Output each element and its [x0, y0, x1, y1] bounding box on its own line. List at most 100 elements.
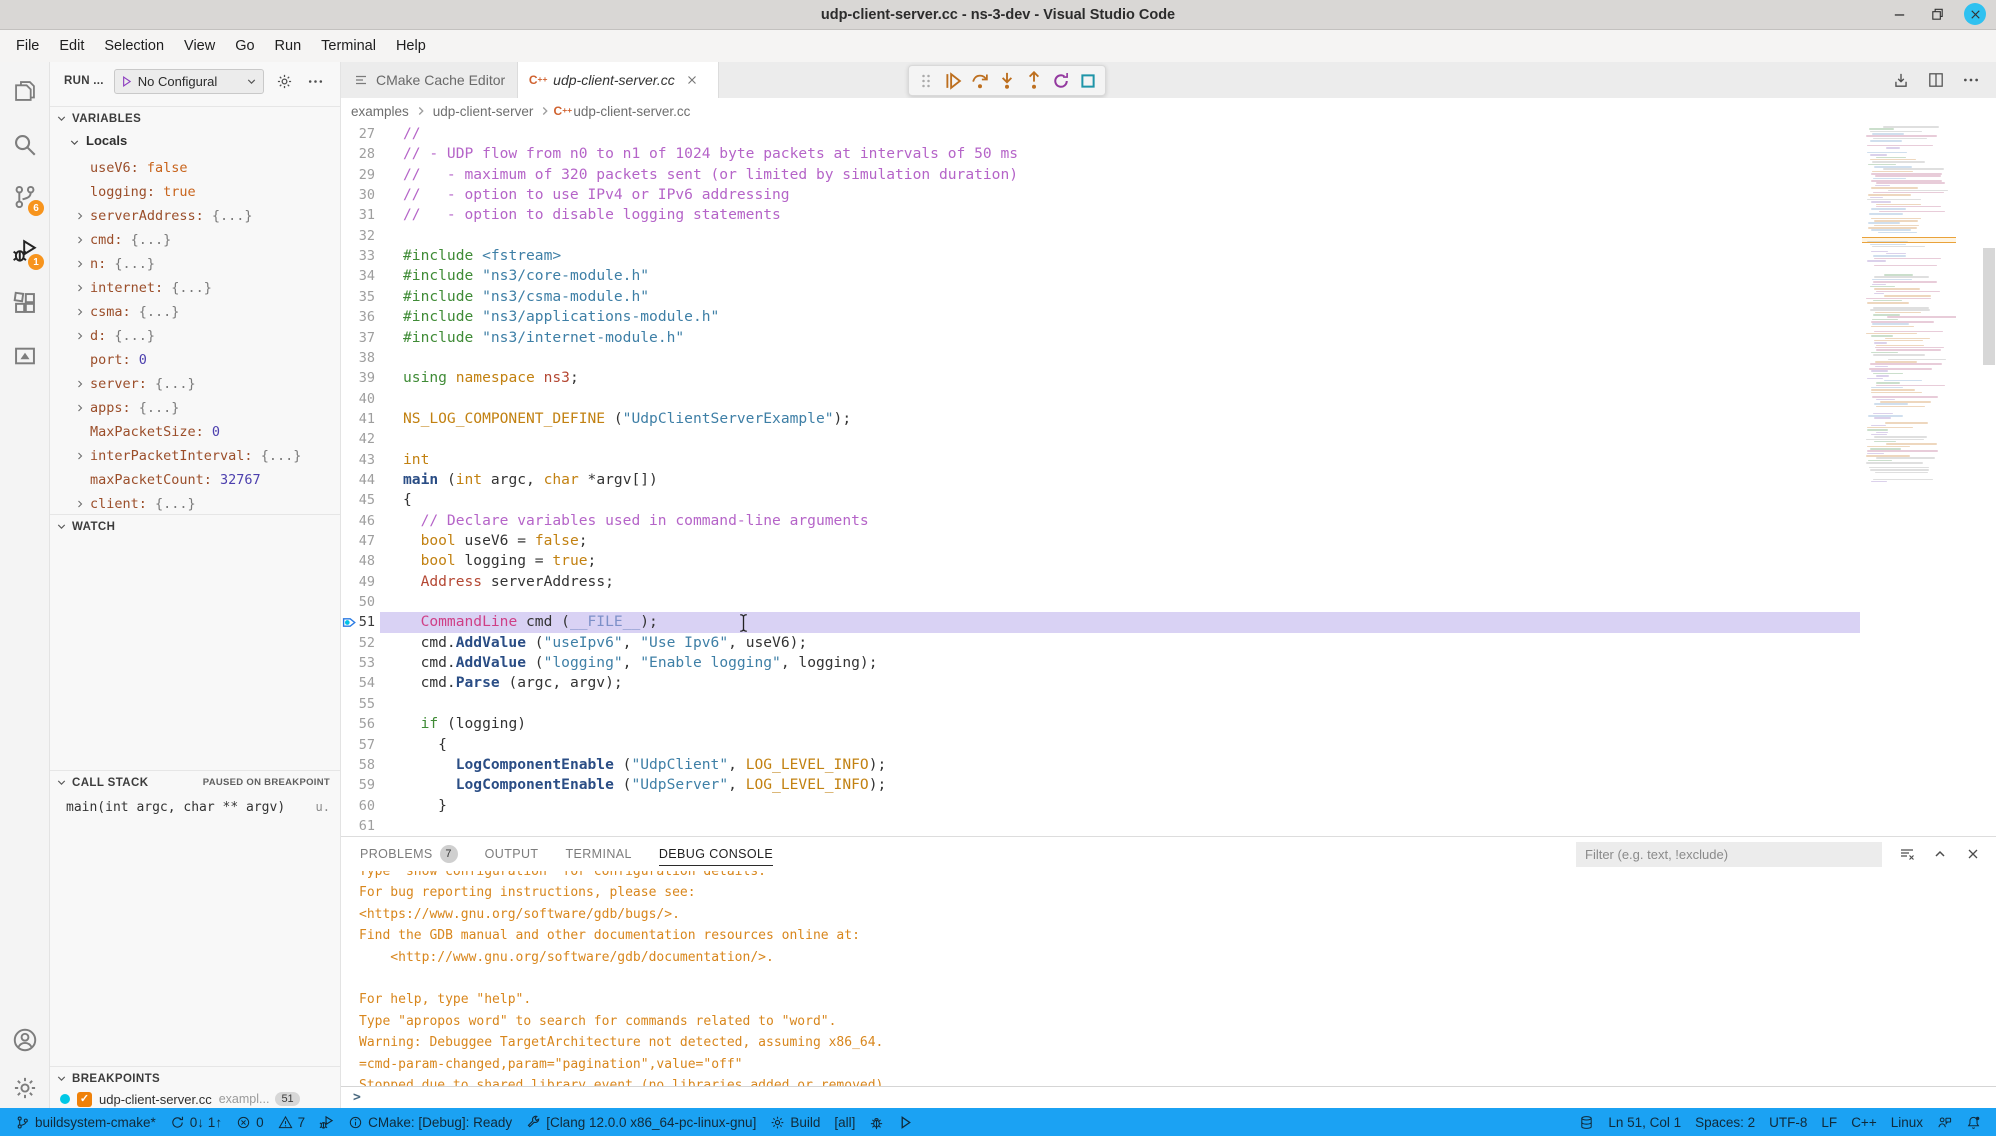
sidebar-item-extensions[interactable]	[0, 279, 50, 327]
variable-row[interactable]: apps: {...}	[50, 396, 340, 420]
code-line[interactable]: CommandLine cmd (__FILE__);	[403, 612, 1860, 632]
status-item-lf[interactable]: LF	[1814, 1108, 1844, 1136]
close-tab-icon[interactable]	[685, 73, 699, 87]
breadcrumb-item[interactable]: udp-client-server	[431, 104, 536, 119]
code-line[interactable]: if (logging)	[403, 714, 1860, 734]
line-number[interactable]: 58	[341, 755, 375, 775]
split-editor-icon[interactable]	[1927, 71, 1945, 89]
status-item-build[interactable]: Build	[763, 1108, 827, 1136]
close-panel-icon[interactable]	[1965, 846, 1981, 862]
code-line[interactable]	[403, 348, 1860, 368]
menu-terminal[interactable]: Terminal	[311, 30, 386, 62]
line-number[interactable]: 57	[341, 735, 375, 755]
line-number[interactable]: 42	[341, 429, 375, 449]
locals-scope-row[interactable]: Locals	[50, 130, 340, 154]
code-line[interactable]: NS_LOG_COMPONENT_DEFINE ("UdpClientServe…	[403, 409, 1860, 429]
code-line[interactable]: LogComponentEnable ("UdpServer", LOG_LEV…	[403, 775, 1860, 795]
menu-view[interactable]: View	[174, 30, 225, 62]
sidebar-item-search[interactable]	[0, 121, 50, 169]
debug-config-dropdown[interactable]: No Configural	[114, 69, 264, 94]
code-line[interactable]: main (int argc, char *argv[])	[403, 470, 1860, 490]
status-item-feedback[interactable]	[1930, 1108, 1959, 1136]
line-number[interactable]: 46	[341, 511, 375, 531]
tab-terminal[interactable]: TERMINAL	[565, 837, 631, 871]
restart-button[interactable]	[1049, 69, 1073, 93]
editor-scrollbar[interactable]	[1983, 248, 1995, 365]
code-line[interactable]: bool useV6 = false;	[403, 531, 1860, 551]
code-line[interactable]: // - option to use IPv4 or IPv6 addressi…	[403, 185, 1860, 205]
line-number[interactable]: 41	[341, 409, 375, 429]
close-button[interactable]	[1964, 3, 1986, 25]
line-number[interactable]: 33	[341, 246, 375, 266]
code-line[interactable]: cmd.AddValue ("logging", "Enable logging…	[403, 653, 1860, 673]
watch-section-header[interactable]: WATCH	[50, 514, 340, 538]
code-line[interactable]	[403, 226, 1860, 246]
line-number[interactable]: 59	[341, 775, 375, 795]
line-number[interactable]: 44	[341, 470, 375, 490]
line-number[interactable]: 43	[341, 450, 375, 470]
line-number[interactable]: 31	[341, 205, 375, 225]
code-line[interactable]: {	[403, 735, 1860, 755]
code-line[interactable]: #include "ns3/core-module.h"	[403, 266, 1860, 286]
variable-row[interactable]: cmd: {...}	[50, 228, 340, 252]
breadcrumb-item[interactable]: examples	[349, 104, 411, 119]
code-line[interactable]: Address serverAddress;	[403, 572, 1860, 592]
line-number[interactable]: 47	[341, 531, 375, 551]
status-item-database[interactable]	[1572, 1108, 1601, 1136]
variable-row[interactable]: csma: {...}	[50, 300, 340, 324]
call-stack-section-header[interactable]: CALL STACK PAUSED ON BREAKPOINT	[50, 770, 340, 794]
code-line[interactable]: // - maximum of 320 packets sent (or lim…	[403, 165, 1860, 185]
minimap[interactable]	[1862, 124, 1956, 836]
status-item-spaces-2[interactable]: Spaces: 2	[1688, 1108, 1762, 1136]
step-into-button[interactable]	[995, 69, 1019, 93]
line-number[interactable]: 40	[341, 389, 375, 409]
variable-row[interactable]: port: 0	[50, 348, 340, 372]
line-number[interactable]: 50	[341, 592, 375, 612]
sidebar-item-output-box[interactable]	[0, 332, 50, 380]
status-item-0[interactable]: 0	[229, 1108, 271, 1136]
breakpoint-checkbox[interactable]: ✓	[77, 1092, 92, 1107]
line-number[interactable]: 52	[341, 633, 375, 653]
line-number[interactable]: 35	[341, 287, 375, 307]
menu-run[interactable]: Run	[265, 30, 312, 62]
line-number[interactable]: 53	[341, 653, 375, 673]
restore-button[interactable]	[1926, 3, 1948, 25]
variable-row[interactable]: d: {...}	[50, 324, 340, 348]
tab-cmake-cache-editor[interactable]: CMake Cache Editor	[341, 62, 518, 98]
continue-button[interactable]	[941, 69, 965, 93]
code-line[interactable]	[403, 389, 1860, 409]
more-actions-icon[interactable]	[307, 73, 324, 90]
variable-row[interactable]: internet: {...}	[50, 276, 340, 300]
line-number[interactable]: 36	[341, 307, 375, 327]
line-number[interactable]: 54	[341, 673, 375, 693]
menu-file[interactable]: File	[6, 30, 49, 62]
line-number[interactable]: 61	[341, 816, 375, 836]
code-line[interactable]: LogComponentEnable ("UdpClient", LOG_LEV…	[403, 755, 1860, 775]
code-editor[interactable]: 27//28// - UDP flow from n0 to n1 of 102…	[341, 124, 1996, 836]
code-line[interactable]: // - option to disable logging statement…	[403, 205, 1860, 225]
code-line[interactable]: //	[403, 124, 1860, 144]
more-actions-icon[interactable]	[1962, 71, 1980, 89]
line-number[interactable]: 51	[341, 612, 375, 632]
status-item-utf-8[interactable]: UTF-8	[1762, 1108, 1814, 1136]
filter-input[interactable]	[1576, 842, 1882, 867]
tab-udp-client-server[interactable]: C++ udp-client-server.cc	[518, 62, 719, 98]
code-line[interactable]: // Declare variables used in command-lin…	[403, 511, 1860, 531]
menu-edit[interactable]: Edit	[49, 30, 94, 62]
line-number[interactable]: 32	[341, 226, 375, 246]
status-item-play[interactable]	[891, 1108, 920, 1136]
line-number[interactable]: 34	[341, 266, 375, 286]
code-line[interactable]: using namespace ns3;	[403, 368, 1860, 388]
line-number[interactable]: 60	[341, 796, 375, 816]
line-number[interactable]: 45	[341, 490, 375, 510]
code-line[interactable]: #include "ns3/csma-module.h"	[403, 287, 1860, 307]
status-item-bug[interactable]	[862, 1108, 891, 1136]
code-line[interactable]	[403, 694, 1860, 714]
status-item-c[interactable]: C++	[1844, 1108, 1884, 1136]
status-item-bell-dot[interactable]	[1959, 1108, 1988, 1136]
sidebar-item-debug[interactable]: 1	[0, 227, 50, 275]
code-line[interactable]	[403, 816, 1860, 836]
variable-row[interactable]: useV6: false	[50, 156, 340, 180]
line-number[interactable]: 49	[341, 572, 375, 592]
step-over-button[interactable]	[968, 69, 992, 93]
